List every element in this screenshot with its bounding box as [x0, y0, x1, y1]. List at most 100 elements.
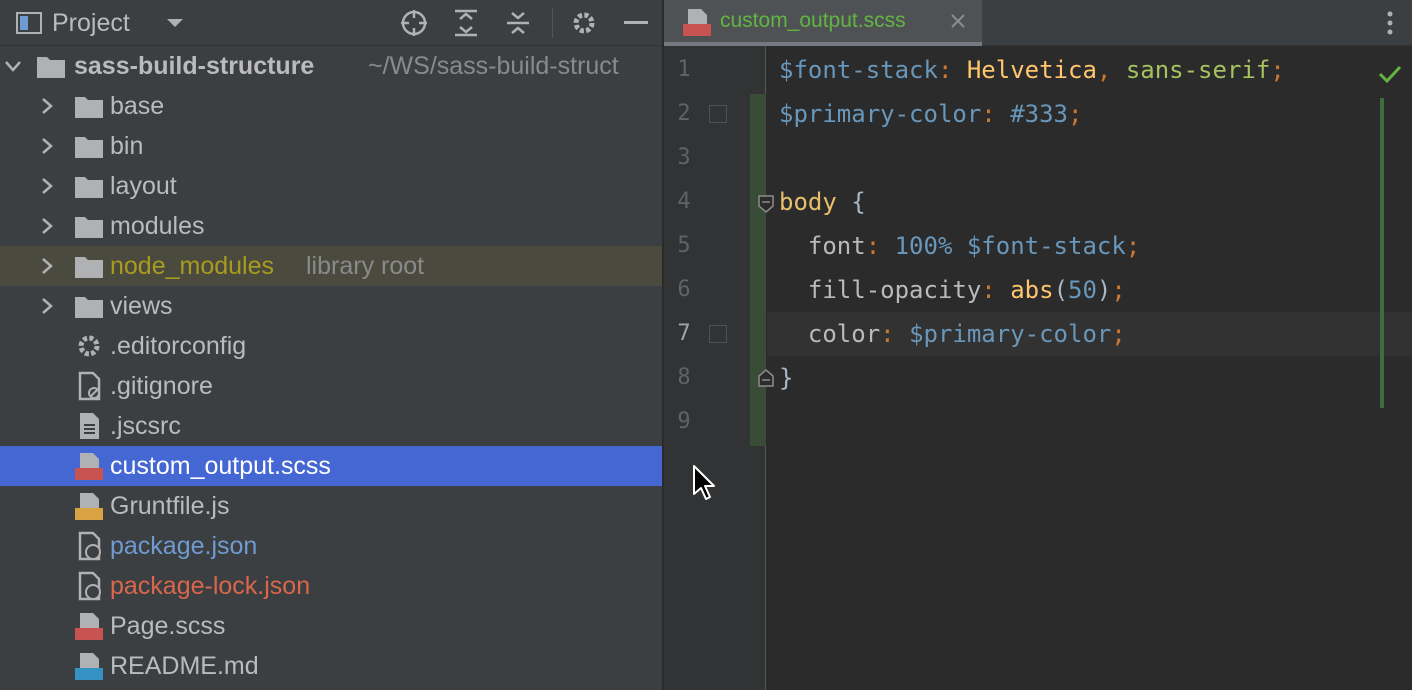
panel-title[interactable]: Project: [52, 0, 130, 46]
tree-row-root[interactable]: sass-build-structure ~/WS/sass-build-str…: [0, 46, 662, 86]
tree-row-folder[interactable]: layout: [0, 166, 662, 206]
collapse-all-icon[interactable]: [502, 0, 534, 46]
token-number: 100%: [895, 232, 953, 260]
tree-row-file[interactable]: Page.scss: [0, 606, 662, 646]
tree-item-label: .jscsrc: [110, 406, 181, 446]
json-file-icon: [74, 571, 104, 601]
tree-row-file[interactable]: .editorconfig: [0, 326, 662, 366]
tree-row-folder[interactable]: modules: [0, 206, 662, 246]
token-punct: (: [1054, 276, 1068, 304]
chevron-right-icon[interactable]: [38, 176, 56, 196]
js-file-icon: [74, 491, 104, 521]
tree-row-file[interactable]: package.json: [0, 526, 662, 566]
token-punct: {: [837, 188, 866, 216]
text-file-icon: [74, 411, 104, 441]
tree-item-label: package.json: [110, 526, 257, 566]
tree-row-file[interactable]: README.md: [0, 646, 662, 686]
line-number: 6: [664, 268, 704, 312]
line-number: 8: [664, 356, 704, 400]
code-line[interactable]: body {: [767, 180, 1412, 224]
token-punct: ;: [1111, 320, 1125, 348]
tree-row-folder[interactable]: bin: [0, 126, 662, 166]
color-preview-swatch[interactable]: [709, 325, 727, 343]
gear-icon: [74, 331, 104, 361]
project-view-icon[interactable]: [14, 0, 44, 46]
tree-row-file[interactable]: package-lock.json: [0, 566, 662, 606]
header-divider: [552, 8, 553, 38]
minimize-icon[interactable]: [620, 0, 652, 46]
tree-row-file[interactable]: .gitignore: [0, 366, 662, 406]
token-variable: $font-stack: [967, 232, 1126, 260]
code-line-current[interactable]: color: $primary-color;: [767, 312, 1412, 356]
tree-item-label: bin: [110, 126, 143, 166]
chevron-right-icon[interactable]: [38, 136, 56, 156]
root-path: ~/WS/sass-build-struct: [368, 46, 619, 86]
chevron-right-icon[interactable]: [38, 296, 56, 316]
code-area[interactable]: $font-stack: Helvetica, sans-serif; $pri…: [767, 46, 1412, 690]
token-property: fill-opacity: [779, 276, 981, 304]
root-name: sass-build-structure: [74, 46, 314, 86]
code-line[interactable]: [767, 136, 1412, 180]
close-icon[interactable]: [950, 13, 966, 29]
editor-gutter: 1 2 3 4 5 6 7 8 9: [664, 46, 766, 690]
tree-item-label: .gitignore: [110, 366, 213, 406]
token-punct: ,: [1097, 56, 1126, 84]
tree-row-folder[interactable]: views: [0, 286, 662, 326]
mouse-cursor-icon: [692, 464, 718, 502]
line-number: 2: [664, 92, 704, 136]
token-number: 50: [1068, 276, 1097, 304]
gear-icon[interactable]: [568, 0, 600, 46]
folder-icon: [74, 91, 104, 121]
tree-row-file[interactable]: Gruntfile.js: [0, 486, 662, 526]
tree-item-label: package-lock.json: [110, 566, 310, 606]
token-punct: }: [779, 364, 793, 392]
code-line[interactable]: $primary-color: #333;: [767, 92, 1412, 136]
token-punct: ;: [1111, 276, 1125, 304]
chevron-right-icon[interactable]: [38, 96, 56, 116]
line-number: 5: [664, 224, 704, 268]
chevron-down-icon[interactable]: [162, 0, 188, 46]
chevron-right-icon[interactable]: [38, 216, 56, 236]
check-icon[interactable]: [1378, 64, 1402, 84]
expand-all-icon[interactable]: [450, 0, 482, 46]
tree-item-label: base: [110, 86, 164, 126]
editor-tab-bar: custom_output.scss: [664, 0, 1412, 46]
sass-file-icon: [682, 7, 712, 37]
folder-icon: [36, 51, 66, 81]
code-line[interactable]: $font-stack: Helvetica, sans-serif;: [767, 48, 1412, 92]
more-options-icon[interactable]: [1386, 10, 1394, 36]
token-punct: :: [880, 320, 909, 348]
tree-item-label: Gruntfile.js: [110, 486, 229, 526]
tree-item-label: README.md: [110, 646, 259, 686]
code-line[interactable]: }: [767, 356, 1412, 400]
error-stripe[interactable]: [1380, 98, 1384, 408]
sass-file-icon: [74, 451, 104, 481]
ignore-file-icon: [74, 371, 104, 401]
locate-file-icon[interactable]: [398, 0, 430, 46]
token-value: #333: [1010, 100, 1068, 128]
code-line[interactable]: fill-opacity: abs(50);: [767, 268, 1412, 312]
tree-row-folder[interactable]: base: [0, 86, 662, 126]
folder-icon: [74, 291, 104, 321]
library-root-suffix: library root: [306, 246, 424, 286]
tab-label: custom_output.scss: [720, 0, 906, 42]
token-punct: :: [981, 276, 1010, 304]
token-value: Helvetica: [967, 56, 1097, 84]
code-line[interactable]: font: 100% $font-stack;: [767, 224, 1412, 268]
code-line[interactable]: [767, 400, 1412, 444]
chevron-down-icon[interactable]: [4, 56, 22, 76]
folder-icon: [74, 131, 104, 161]
color-preview-swatch[interactable]: [709, 105, 727, 123]
line-number: 3: [664, 136, 704, 180]
tree-row-file-selected[interactable]: custom_output.scss: [0, 446, 662, 486]
editor-tab[interactable]: custom_output.scss: [664, 0, 982, 46]
vcs-change-marker[interactable]: [750, 94, 766, 446]
tree-row-library-root[interactable]: node_modules library root: [0, 246, 662, 286]
folder-icon: [74, 211, 104, 241]
chevron-right-icon[interactable]: [38, 256, 56, 276]
tree-item-label: .editorconfig: [110, 326, 246, 366]
json-file-icon: [74, 531, 104, 561]
tree-row-file[interactable]: .jscsrc: [0, 406, 662, 446]
token-punct: :: [866, 232, 895, 260]
sass-file-icon: [74, 611, 104, 641]
